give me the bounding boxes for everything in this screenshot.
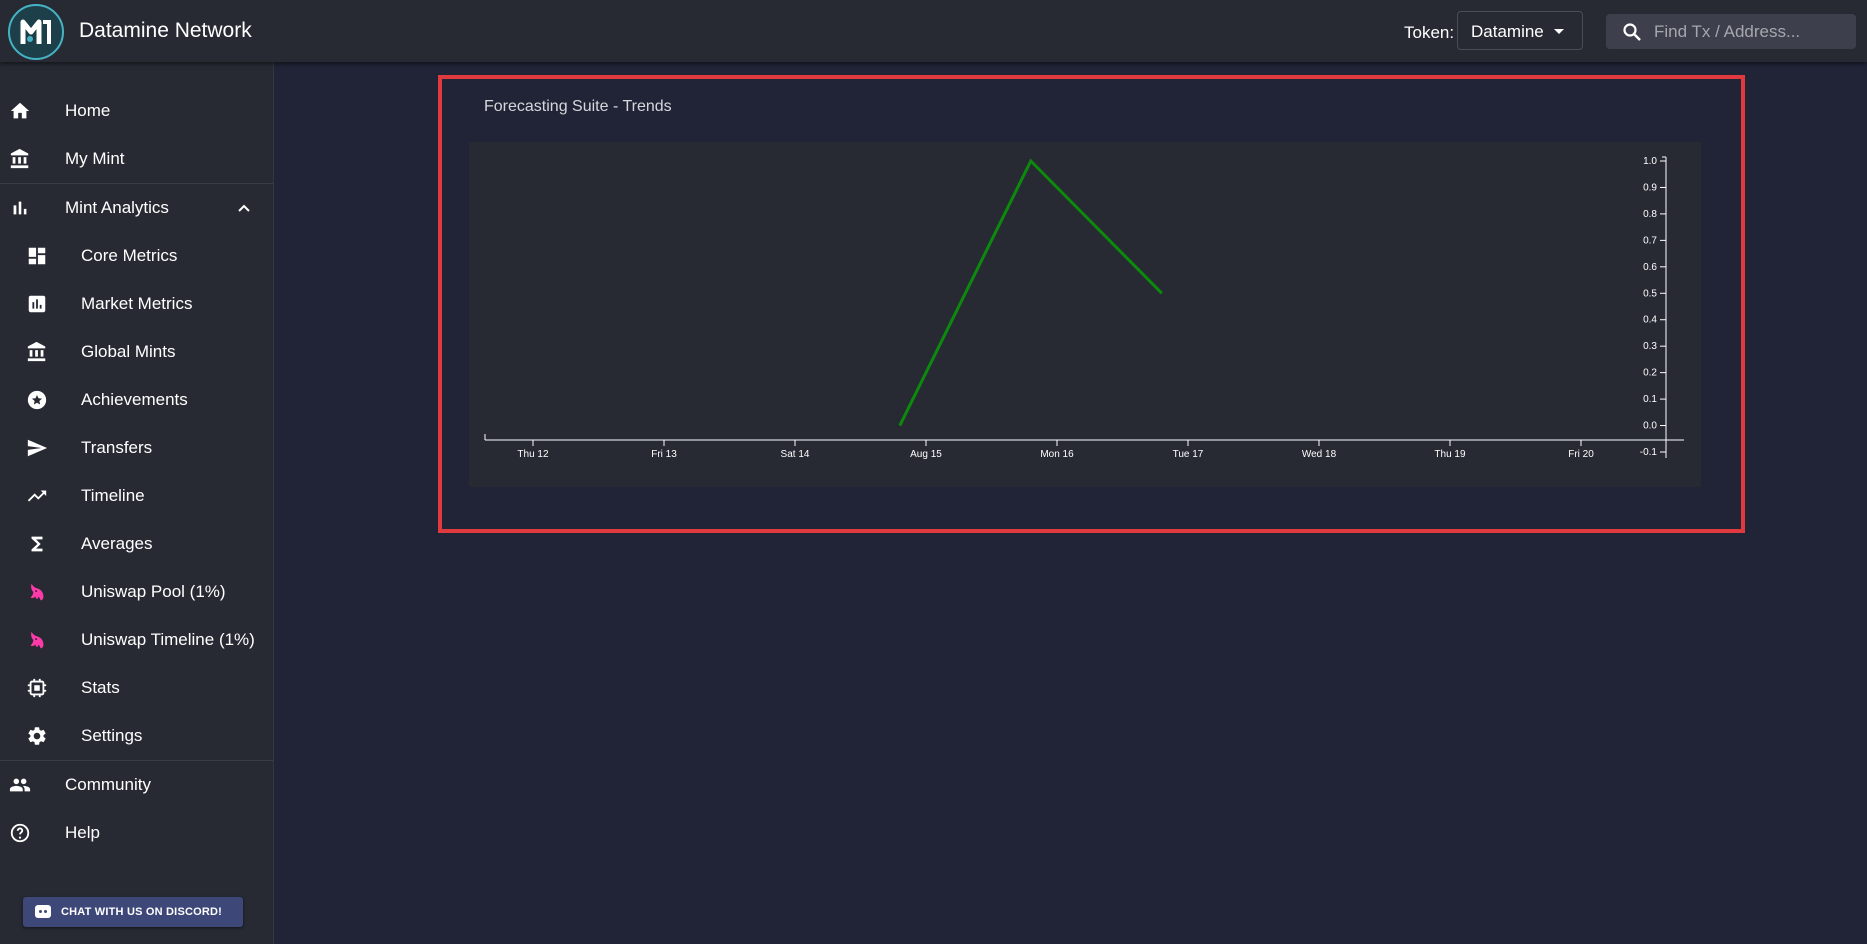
sidebar-item-label: Stats <box>81 678 120 697</box>
unicorn-icon <box>30 631 44 649</box>
help-circle-icon <box>10 823 30 843</box>
home-icon <box>10 102 30 119</box>
discord-chat-button[interactable]: CHAT WITH US ON DISCORD! <box>23 897 243 927</box>
sidebar-item-label: Averages <box>81 534 153 553</box>
chevron-up-icon[interactable] <box>236 200 252 216</box>
trend-chart: Thu 12 Fri 13 Sat 14 Aug 15 Mon 16 Tue 17 Wed … <box>469 142 1701 487</box>
search-icon <box>1623 23 1641 41</box>
sidebar-item-label: My Mint <box>65 149 125 168</box>
logo-m-icon <box>20 19 51 44</box>
sidebar-item-settings[interactable]: Settings <box>0 711 273 759</box>
sidebar-item-label: Timeline <box>81 486 145 505</box>
x-tick-label: Tue 17 <box>1173 449 1204 460</box>
search-box[interactable] <box>1606 14 1856 49</box>
chip-icon <box>27 678 47 698</box>
y-tick-label: 0.2 <box>1643 368 1657 379</box>
sidebar-item-timeline[interactable]: Timeline <box>0 471 273 519</box>
sidebar-item-home[interactable]: Home <box>0 86 273 134</box>
x-tick-label: Sat 14 <box>781 449 810 460</box>
datamine-logo[interactable] <box>8 4 64 60</box>
sigma-icon <box>31 536 43 552</box>
sidebar-item-averages[interactable]: Averages <box>0 519 273 567</box>
y-tick-label: 0.6 <box>1643 262 1657 273</box>
sidebar-item-label: Uniswap Pool (1%) <box>81 582 226 601</box>
send-icon <box>27 439 48 457</box>
sidebar-item-community[interactable]: Community <box>0 760 273 808</box>
sidebar-item-label: Settings <box>81 726 143 745</box>
sidebar-item-label: Market Metrics <box>81 294 193 313</box>
trend-chart-svg: Thu 12 Fri 13 Sat 14 Aug 15 Mon 16 Tue 17 Wed … <box>484 156 1684 460</box>
y-tick-label: 0.0 <box>1643 421 1657 432</box>
x-tick-label: Fri 20 <box>1568 449 1594 460</box>
y-tick-label: 1.0 <box>1643 156 1657 167</box>
token-select-value: Datamine <box>1471 22 1544 41</box>
sidebar-item-core-metrics[interactable]: Core Metrics <box>0 231 273 279</box>
sidebar-item-label: Help <box>65 823 100 842</box>
sidebar-item-market-metrics[interactable]: Market Metrics <box>0 279 273 327</box>
bank-icon <box>27 341 46 362</box>
y-tick-label: 0.7 <box>1643 235 1657 246</box>
sidebar-item-stats[interactable]: Stats <box>0 663 273 711</box>
x-tick-label: Aug 15 <box>910 449 942 460</box>
sidebar-item-uniswap-pool[interactable]: Uniswap Pool (1%) <box>0 567 273 615</box>
card-title: Forecasting Suite - Trends <box>484 98 672 115</box>
trending-up-icon <box>27 490 47 502</box>
sidebar-item-help[interactable]: Help <box>0 808 273 856</box>
discord-button-label: CHAT WITH US ON DISCORD! <box>61 906 223 918</box>
sidebar-item-label: Community <box>65 775 151 794</box>
y-tick-label: 0.8 <box>1643 209 1657 220</box>
y-tick-label: 0.9 <box>1643 182 1657 193</box>
sidebar-item-label: Transfers <box>81 438 153 457</box>
sidebar-item-achievements[interactable]: Achievements <box>0 375 273 423</box>
bank-icon <box>10 148 29 169</box>
x-tick-label: Thu 19 <box>1434 449 1466 460</box>
sidebar-item-transfers[interactable]: Transfers <box>0 423 273 471</box>
chevron-down-icon <box>1554 29 1564 34</box>
sidebar-item-uniswap-timeline[interactable]: Uniswap Timeline (1%) <box>0 615 273 663</box>
app-bar: Datamine Network Token: Datamine <box>0 0 1867 62</box>
search-input[interactable] <box>1654 14 1850 49</box>
y-tick-label: 0.1 <box>1643 394 1657 405</box>
x-tick-label: Mon 16 <box>1040 449 1074 460</box>
people-icon <box>9 778 31 792</box>
gear-icon <box>28 727 46 745</box>
sidebar-item-global-mints[interactable]: Global Mints <box>0 327 273 375</box>
sidebar-item-label: Uniswap Timeline (1%) <box>81 630 255 649</box>
star-circle-icon <box>27 390 47 410</box>
y-tick-label: 0.3 <box>1643 341 1657 352</box>
x-tick-label: Fri 13 <box>651 449 677 460</box>
discord-icon <box>35 905 51 918</box>
unicorn-icon <box>30 583 44 601</box>
sidebar-item-label: Achievements <box>81 390 188 409</box>
bar-chart-icon <box>13 201 27 215</box>
token-label: Token: <box>1404 23 1455 42</box>
y-tick-label: 0.4 <box>1643 315 1657 326</box>
app-title: Datamine Network <box>79 19 252 42</box>
sidebar-item-label: Home <box>65 101 111 120</box>
sidebar-item-my-mint[interactable]: My Mint <box>0 134 273 182</box>
dashboard-icon <box>28 247 46 265</box>
sidebar-item-label: Global Mints <box>81 342 176 361</box>
x-tick-label: Thu 12 <box>517 449 549 460</box>
sidebar-item-label: Core Metrics <box>81 246 178 265</box>
sidebar-item-label: Mint Analytics <box>65 198 169 217</box>
y-tick-label: -0.1 <box>1640 447 1658 458</box>
y-tick-label: 0.5 <box>1643 288 1657 299</box>
assessment-icon <box>28 295 46 313</box>
x-tick-label: Wed 18 <box>1302 449 1337 460</box>
token-select[interactable]: Datamine <box>1457 11 1583 50</box>
series-line <box>898 158 1163 427</box>
sidebar-item-mint-analytics[interactable]: Mint Analytics <box>0 183 273 231</box>
